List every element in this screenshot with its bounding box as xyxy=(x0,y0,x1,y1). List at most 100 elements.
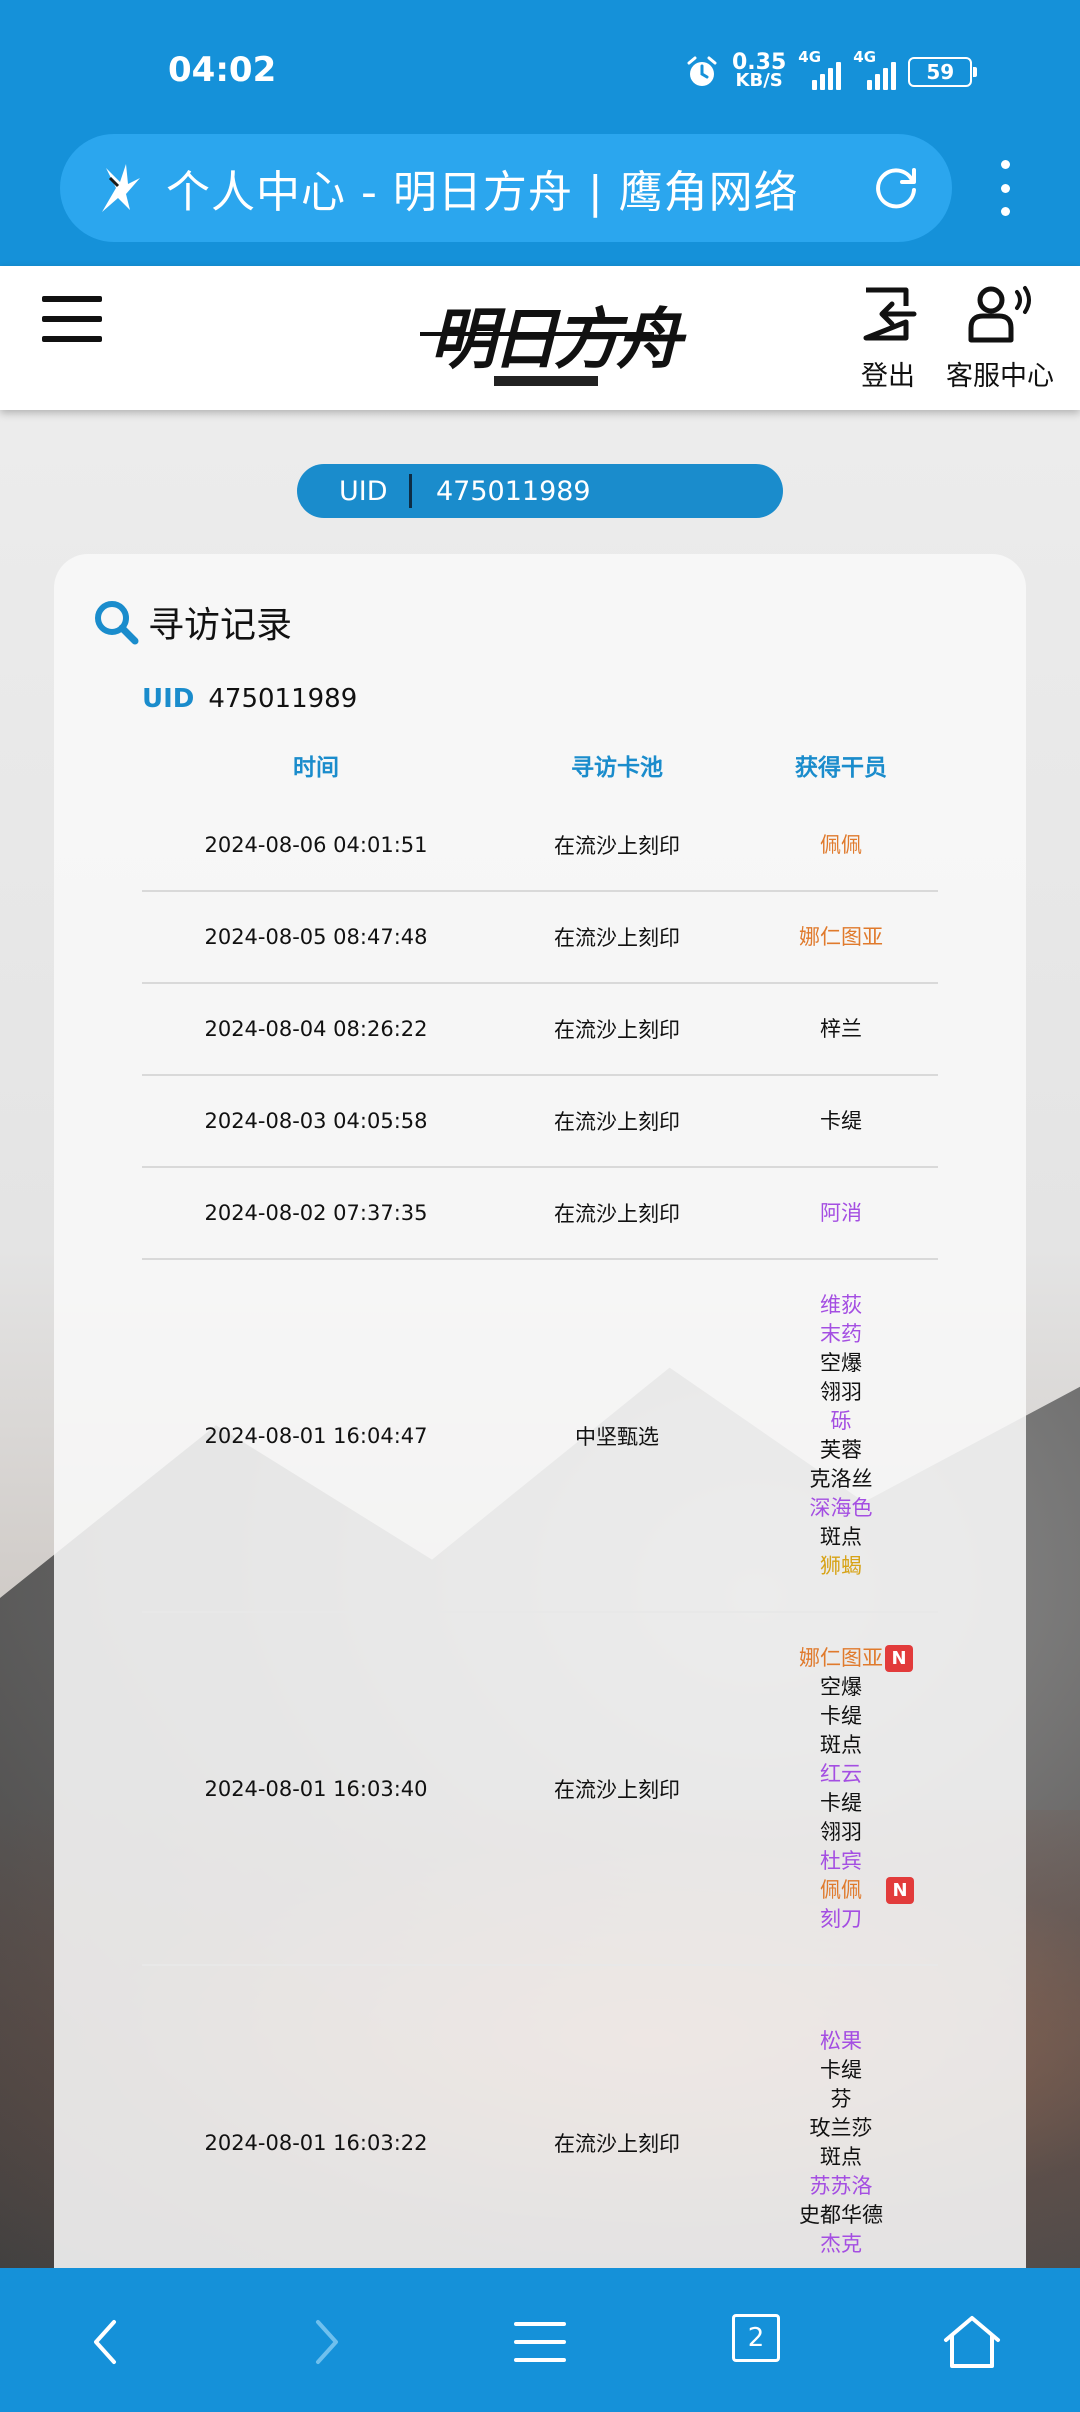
row-operators: 佩佩 xyxy=(744,831,938,860)
operator-name: 刻刀 xyxy=(820,1905,862,1934)
row-time: 2024-08-01 16:04:47 xyxy=(204,1423,428,1448)
operator-name: 斑点 xyxy=(820,1731,862,1760)
table-row: 2024-08-01 16:03:22 在流沙上刻印 松果 卡缇芬玫兰莎 斑点 苏苏洛 史都… xyxy=(142,1966,938,2319)
table-body: 2024-08-06 04:01:51 在流沙上刻印 佩佩 2024-08-05 08… xyxy=(142,800,938,2319)
home-icon[interactable] xyxy=(940,2310,1004,2374)
browser-bottom-nav: 2 xyxy=(0,2268,1080,2412)
row-time: 2024-08-02 07:37:35 xyxy=(204,1201,428,1225)
arknights-logo[interactable]: 明日方舟 xyxy=(420,280,682,392)
gacha-record-table: 时间 寻访卡池 获得干员 2024-08-06 04:01:51 在流沙上刻印 佩佩… xyxy=(142,730,938,2319)
signal-1-icon: 4G xyxy=(798,48,842,90)
operator-name-text: 末药 xyxy=(820,1321,862,1346)
operator-name: 佩佩 N xyxy=(820,1876,914,1905)
operator-name-text: 佩佩 xyxy=(820,832,862,857)
row-time: 2024-08-05 08:47:48 xyxy=(204,925,428,949)
operator-name: 空爆 xyxy=(820,1673,862,1702)
operator-name-text: 深海色 xyxy=(809,1495,873,1520)
row-operators: 卡缇 xyxy=(744,1107,938,1136)
address-bar[interactable]: 个人中心 - 明日方舟 | 鹰角网络 xyxy=(60,134,952,242)
operator-name-text: 芙蓉 xyxy=(820,1437,862,1462)
operator-name-text: 维荻 xyxy=(820,1292,862,1317)
operator-name-text: 娜仁图亚 xyxy=(799,924,883,949)
column-header-time: 时间 xyxy=(293,755,339,781)
operator-name-text: 史都华德 xyxy=(799,2202,883,2227)
operator-name-text: 苏苏洛 xyxy=(809,2173,873,2198)
signal-2-label: 4G xyxy=(853,48,877,66)
back-icon[interactable] xyxy=(74,2310,138,2374)
logout-icon xyxy=(863,287,917,341)
operator-name: 空爆 xyxy=(820,1349,862,1378)
column-header-pool: 寻访卡池 xyxy=(571,755,663,781)
operator-name-text: 梓兰 xyxy=(820,1016,862,1041)
table-row: 2024-08-05 08:47:48 在流沙上刻印 娜仁图亚 xyxy=(142,892,938,984)
operator-name: 狮蝎 xyxy=(820,1552,862,1581)
operator-name-text: 砾 xyxy=(830,1408,852,1433)
customer-service-button[interactable]: 客服中心 xyxy=(946,284,1054,393)
operator-name: 深海色 xyxy=(810,1494,873,1523)
battery-level: 59 xyxy=(926,60,955,84)
operator-name: 玫兰莎 xyxy=(810,2114,873,2143)
reload-icon[interactable] xyxy=(868,160,924,216)
card-uid-label: UID xyxy=(142,684,195,714)
operator-name: 斑点 xyxy=(820,1523,862,1552)
new-operator-badge: N xyxy=(885,1644,913,1672)
forward-icon[interactable] xyxy=(294,2310,358,2374)
more-options-icon[interactable] xyxy=(990,160,1020,216)
operator-name: 克洛丝 xyxy=(810,1465,873,1494)
card-uid: UID 475011989 xyxy=(142,684,357,714)
uid-pill-divider xyxy=(409,474,412,508)
operator-name: 松果 xyxy=(820,2027,862,2056)
tab-switcher-button[interactable]: 2 xyxy=(732,2314,780,2362)
menu-lines-icon[interactable] xyxy=(508,2310,572,2374)
logo-bar xyxy=(494,376,598,386)
row-pool: 在流沙上刻印 xyxy=(554,926,680,950)
card-uid-value: 475011989 xyxy=(208,684,358,714)
site-header: 明日方舟 登出 客服中心 xyxy=(0,266,1080,410)
operator-name: 末药 xyxy=(820,1320,862,1349)
battery-icon: 59 xyxy=(908,57,978,87)
operator-name-text: 斑点 xyxy=(820,1732,862,1757)
row-operators: 阿消 xyxy=(744,1199,938,1228)
operator-name-text: 斑点 xyxy=(820,1524,862,1549)
operator-name: 阿消 xyxy=(820,1199,862,1228)
row-time: 2024-08-01 16:03:40 xyxy=(204,1776,428,1801)
operator-name: 杜宾 xyxy=(820,1847,862,1876)
operator-name-text: 卡缇 xyxy=(820,1703,862,1728)
row-pool: 在流沙上刻印 xyxy=(554,1110,680,1134)
hypergryph-logo-icon xyxy=(102,164,140,212)
customer-service-label: 客服中心 xyxy=(946,361,1054,392)
row-operators: 松果 卡缇芬玫兰莎 斑点 苏苏洛 史都华德 杰克 xyxy=(744,2027,938,2259)
page-tab-title: 个人中心 - 明日方舟 | 鹰角网络 xyxy=(166,167,799,218)
operator-name-text: 空爆 xyxy=(820,1350,862,1375)
uid-pill-label: UID xyxy=(339,475,388,507)
card-title: 寻访记录 xyxy=(148,605,293,646)
alarm-icon xyxy=(687,56,717,86)
operator-name-text: 斑点 xyxy=(820,2144,862,2169)
customer-service-icon xyxy=(968,286,1031,343)
table-row: 2024-08-04 08:26:22 在流沙上刻印 梓兰 xyxy=(142,984,938,1076)
hamburger-icon[interactable] xyxy=(42,296,102,342)
table-row: 2024-08-06 04:01:51 在流沙上刻印 佩佩 xyxy=(142,800,938,892)
table-row: 2024-08-01 16:04:47 中坚甄选 维荻 末药 空爆 翎羽砾芙蓉 克洛丝 深海色… xyxy=(142,1260,938,1613)
operator-name-text: 翎羽 xyxy=(820,1379,862,1404)
uid-pill-value: 475011989 xyxy=(436,475,591,507)
table-header: 时间 寻访卡池 获得干员 xyxy=(142,730,938,800)
card-header: 寻访记录 xyxy=(92,596,292,648)
operator-name: 红云 xyxy=(820,1760,862,1789)
operator-name: 佩佩 xyxy=(820,831,862,860)
logout-button[interactable]: 登出 xyxy=(858,284,918,393)
operator-name: 卡缇 xyxy=(820,2056,862,2085)
gacha-record-card: 寻访记录 UID 475011989 时间 寻访卡池 获得干员 2024-08-… xyxy=(54,554,1026,2412)
row-pool: 在流沙上刻印 xyxy=(554,834,680,858)
row-operators: 维荻末药空爆翎羽砾芙蓉克洛丝 深海色斑点狮蝎 xyxy=(744,1291,938,1581)
row-operators: 娜仁图亚 xyxy=(744,923,938,952)
network-speed: 0.35 KB/S xyxy=(732,52,786,90)
operator-name: 翎羽 xyxy=(820,1818,862,1847)
operator-name: 卡缇 xyxy=(820,1107,862,1136)
row-operators: 娜仁图亚 N 空爆 卡缇 斑点 红云 卡缇 翎羽 杜宾 佩佩 N 刻刀 xyxy=(744,1644,938,1934)
operator-name-text: 卡缇 xyxy=(820,1790,862,1815)
operator-name: 苏苏洛 xyxy=(810,2172,873,2201)
row-time: 2024-08-03 04:05:58 xyxy=(204,1109,428,1133)
status-time: 04:02 xyxy=(168,50,277,90)
new-operator-badge: N xyxy=(886,1876,914,1904)
